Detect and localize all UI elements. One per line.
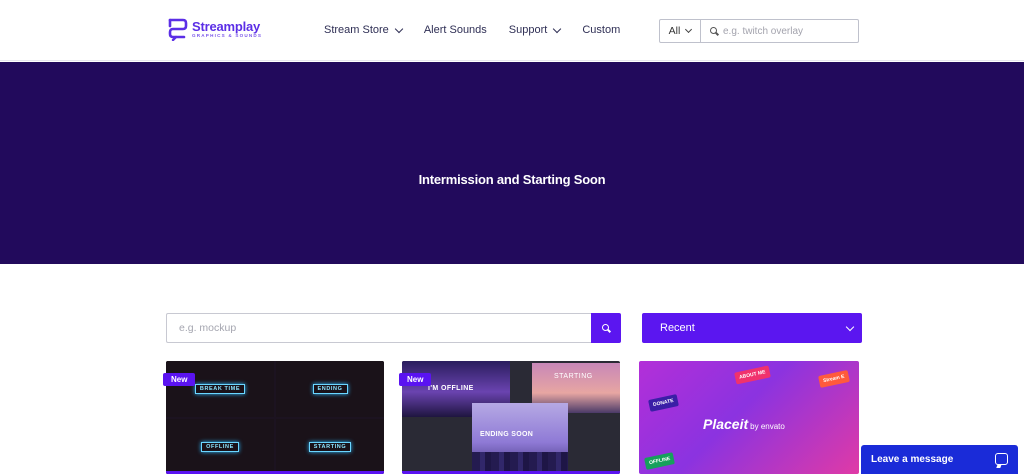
promo-tag: ABOUT ME: [734, 365, 771, 385]
screen-label: ENDING SOON: [480, 431, 534, 438]
category-select-value: All: [668, 25, 681, 37]
preview-tile: STARTING: [276, 419, 384, 474]
category-select[interactable]: All: [659, 19, 701, 43]
logo-tagline: GRAPHICS & SOUNDS: [192, 32, 263, 38]
product-search-input[interactable]: e.g. mockup: [166, 313, 591, 343]
promo-tag: Stream E: [818, 370, 850, 388]
product-search-button[interactable]: [591, 313, 621, 343]
tile-label: ENDING: [312, 384, 348, 394]
chevron-down-icon: [845, 322, 855, 332]
leave-message-label: Leave a message: [871, 454, 954, 465]
logo[interactable]: Streamplay GRAPHICS & SOUNDS: [166, 17, 262, 41]
chat-bubble-icon: [995, 453, 1008, 465]
product-card[interactable]: BREAK TIME ENDING OFFLINE STARTING: [166, 361, 384, 474]
nav-alert-sounds-label: Alert Sounds: [423, 24, 487, 36]
product-card[interactable]: I'M OFFLINE STARTING ENDING SOON: [402, 361, 620, 474]
sort-select-value: Recent: [660, 322, 695, 334]
search-icon: [710, 27, 718, 35]
nav-stream-store-label: Stream Store: [324, 24, 389, 36]
header-search-input[interactable]: e.g. twitch overlay: [701, 19, 859, 43]
nav-support[interactable]: Support: [508, 24, 562, 36]
placeit-brand-suffix: by envato: [750, 422, 785, 431]
screen-label: STARTING: [554, 373, 593, 380]
screen-label: I'M OFFLINE: [428, 385, 474, 392]
chevron-down-icon: [394, 24, 404, 33]
promo-tag: DONATE: [648, 394, 679, 412]
promo-tag: OFFLINE: [644, 452, 676, 470]
chevron-down-icon: [553, 24, 562, 33]
streamplay-logo-icon: [168, 18, 188, 41]
tile-label: STARTING: [308, 442, 352, 452]
page-title: Intermission and Starting Soon: [418, 172, 606, 187]
preview-ending-screen: ENDING SOON: [472, 403, 568, 474]
nav-stream-store[interactable]: Stream Store: [324, 24, 404, 36]
preview-tile: BREAK TIME: [166, 361, 274, 417]
nav-alert-sounds[interactable]: Alert Sounds: [424, 24, 487, 36]
nav-custom[interactable]: Custom: [582, 24, 620, 36]
nav-custom-label: Custom: [582, 24, 621, 36]
logo-name: Streamplay: [192, 18, 261, 34]
placeit-brand: Placeit by envato: [703, 416, 785, 432]
tile-label: OFFLINE: [201, 442, 239, 452]
nav-support-label: Support: [508, 24, 548, 36]
chevron-down-icon: [685, 25, 693, 34]
product-card-placeit[interactable]: DONATE ABOUT ME OFFLINE Stream E Placeit…: [639, 361, 859, 474]
new-badge: New: [399, 373, 432, 386]
hero-banner: Intermission and Starting Soon: [0, 62, 1024, 264]
leave-message-widget[interactable]: Leave a message: [861, 445, 1018, 474]
header-search: All e.g. twitch overlay: [659, 19, 859, 43]
preview-tile: ENDING: [276, 361, 384, 417]
header-search-placeholder: e.g. twitch overlay: [723, 25, 804, 37]
product-search-placeholder: e.g. mockup: [179, 322, 237, 334]
tile-label: BREAK TIME: [194, 384, 246, 394]
new-badge: New: [163, 373, 196, 386]
placeit-brand-name: Placeit: [703, 416, 749, 432]
preview-tile: OFFLINE: [166, 419, 274, 474]
search-icon: [602, 324, 610, 332]
site-header: Streamplay GRAPHICS & SOUNDS Stream Stor…: [0, 0, 1024, 61]
sort-select[interactable]: Recent: [642, 313, 862, 343]
main-nav: Stream Store Alert Sounds Support Custom: [324, 24, 642, 36]
